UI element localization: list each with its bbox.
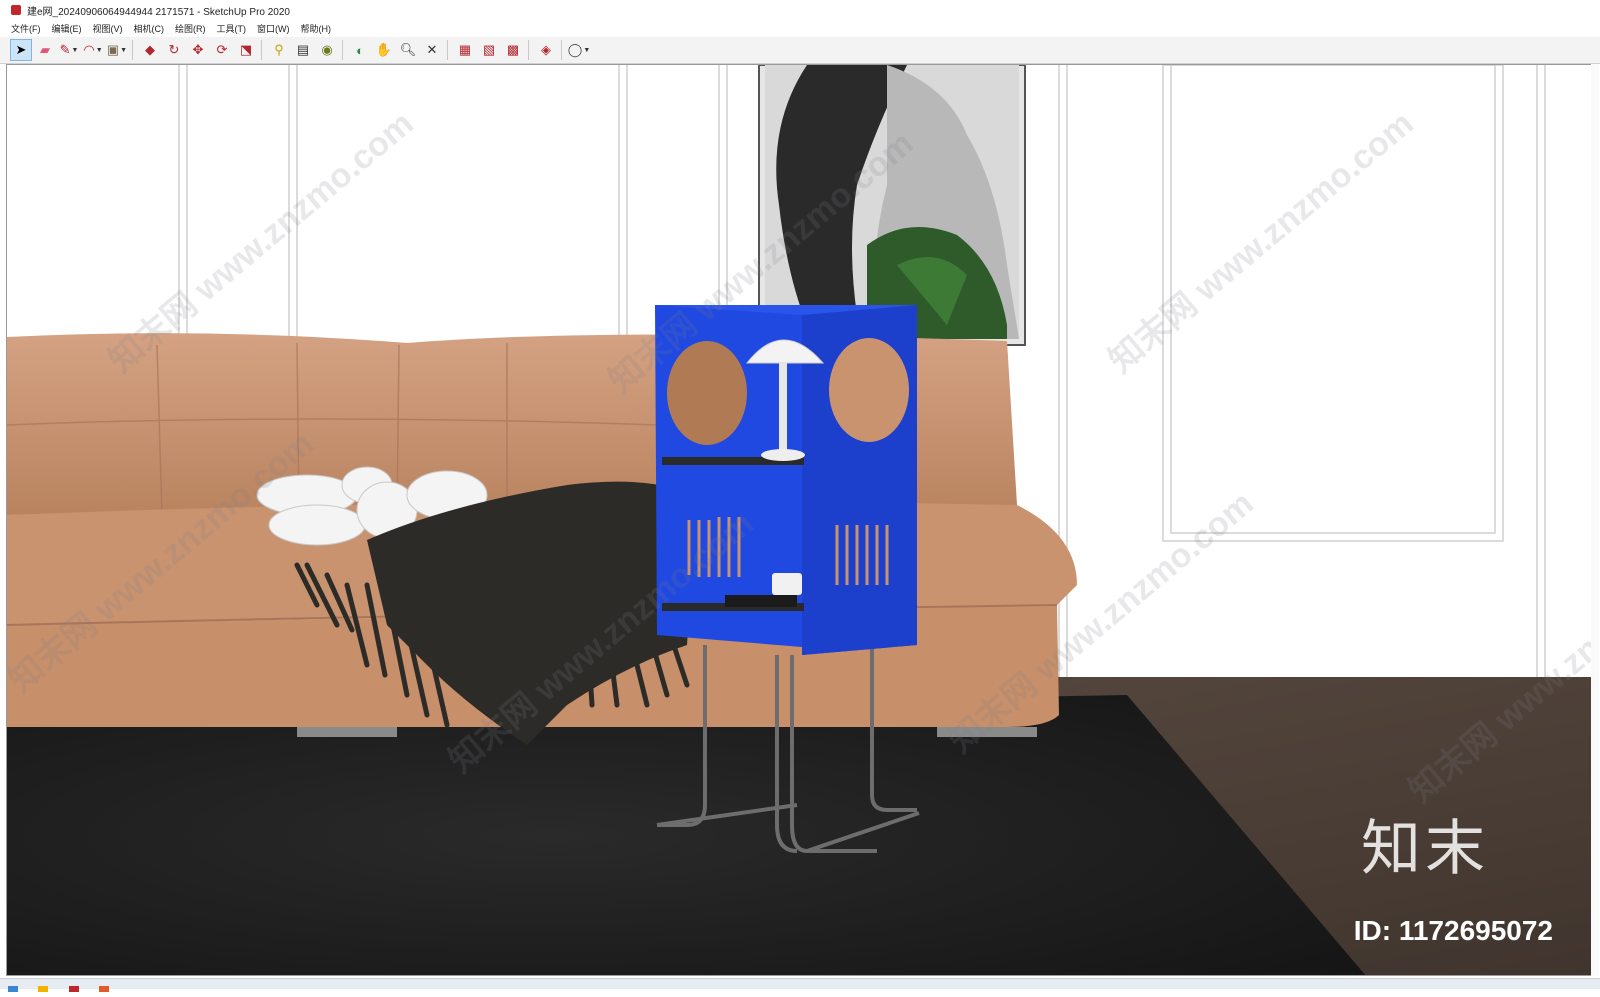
- menu-draw[interactable]: 绘图(R): [175, 22, 206, 35]
- zoom-icon[interactable]: 🔍︎: [397, 39, 419, 61]
- move-icon[interactable]: ✥: [187, 39, 209, 61]
- sketchup-taskbar-icon[interactable]: [68, 986, 79, 992]
- orbit-icon[interactable]: ◐: [349, 39, 371, 61]
- menu-window[interactable]: 窗口(W): [257, 22, 290, 35]
- line-icon[interactable]: ✎ ▼: [58, 39, 80, 61]
- eraser-icon[interactable]: ▰: [34, 39, 56, 61]
- warehouse-icon[interactable]: ▦: [454, 39, 476, 61]
- rotate-icon[interactable]: ⟳: [211, 39, 233, 61]
- menu-camera[interactable]: 相机(C): [134, 22, 165, 35]
- tape-icon[interactable]: ⚲: [268, 39, 290, 61]
- main-toolbar: ➤ ▰ ✎ ▼ ◠ ▼ ▣ ▼ ◆ ↻ ✥ ⟳ ⬔ ⚲ ▤ ◉ ◐ ✋ 🔍︎ ✕ ▦ …: [0, 37, 1600, 64]
- menu-tools[interactable]: 工具(T): [217, 22, 247, 35]
- paint-icon[interactable]: ◉: [316, 39, 338, 61]
- scale-icon[interactable]: ⬔: [235, 39, 257, 61]
- menu-bar: 文件(F) 编辑(E) 视图(V) 相机(C) 绘图(R) 工具(T) 窗口(W…: [0, 20, 1600, 37]
- zoom-extents-icon[interactable]: ✕: [421, 39, 443, 61]
- menu-help[interactable]: 帮助(H): [301, 22, 332, 35]
- model-id-label: ID: 1172695072: [1353, 915, 1553, 946]
- taskbar: [0, 978, 1600, 992]
- viewport-scrollbar[interactable]: [1591, 64, 1599, 976]
- app-taskbar-icon[interactable]: [99, 986, 110, 992]
- pan-icon[interactable]: ✋: [373, 39, 395, 61]
- ruby-icon[interactable]: ◈: [535, 39, 557, 61]
- sketchup-app-icon: [11, 5, 21, 15]
- extension-icon[interactable]: ▧: [478, 39, 500, 61]
- followme-icon[interactable]: ↻: [163, 39, 185, 61]
- layout-icon[interactable]: ▩: [502, 39, 524, 61]
- start-icon[interactable]: [8, 986, 18, 992]
- rectangle-icon[interactable]: ▣ ▼: [106, 39, 128, 61]
- arc-icon[interactable]: ◠ ▼: [82, 39, 104, 61]
- account-icon[interactable]: ◯ ▼: [568, 39, 591, 61]
- title-bar: 建e网_20240906064944944 2171571 - SketchUp…: [0, 0, 1600, 20]
- menu-view[interactable]: 视图(V): [93, 22, 123, 35]
- brand-logo: 知末: [1361, 814, 1489, 884]
- menu-edit[interactable]: 编辑(E): [52, 22, 82, 35]
- menu-file[interactable]: 文件(F): [11, 22, 41, 35]
- select-icon[interactable]: ➤: [10, 39, 32, 61]
- folder-icon[interactable]: [38, 986, 49, 992]
- window-title: 建e网_20240906064944944 2171571 - SketchUp…: [27, 6, 290, 18]
- pushpull-icon[interactable]: ◆: [139, 39, 161, 61]
- model-viewport[interactable]: 知末网 www.znzmo.com 知末网 www.znzmo.com 知末网 …: [6, 64, 1594, 976]
- text-icon[interactable]: ▤: [292, 39, 314, 61]
